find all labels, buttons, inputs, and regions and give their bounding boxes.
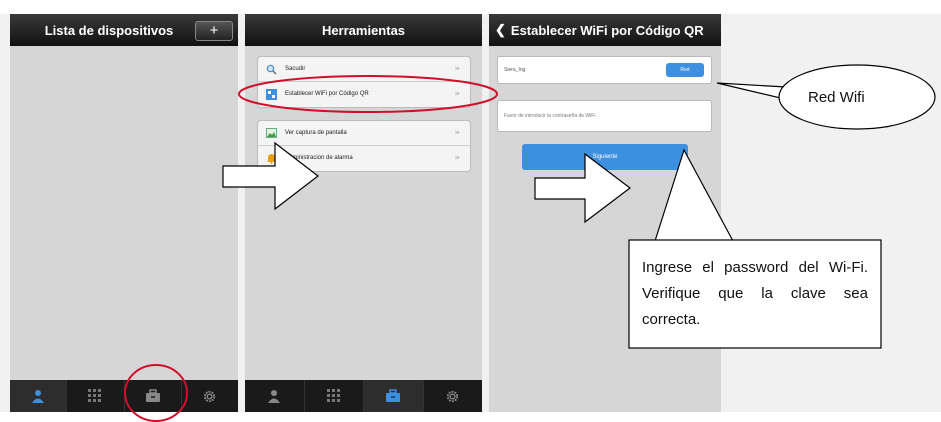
tools-tab-highlight xyxy=(124,364,188,422)
password-note: Ingrese el password del Wi-Fi. Verifique… xyxy=(642,259,868,328)
red-wifi-label: Red Wifi xyxy=(808,89,865,106)
arrow-2-icon xyxy=(534,152,631,224)
annotation-overlay xyxy=(124,64,936,422)
password-callout-pointer xyxy=(654,148,735,242)
arrow-1-icon xyxy=(222,141,319,211)
wifi-qr-row-highlight xyxy=(238,75,498,113)
